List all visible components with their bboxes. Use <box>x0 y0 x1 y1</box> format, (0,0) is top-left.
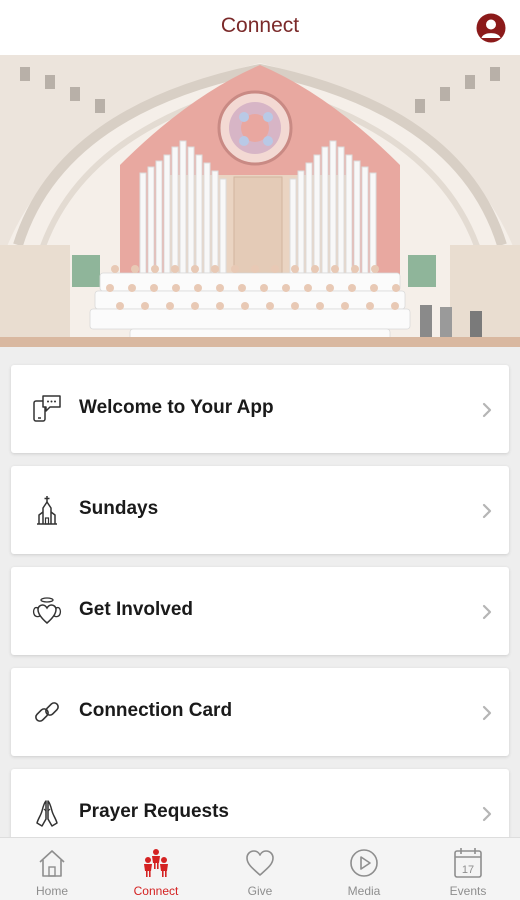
menu-item-label: Sundays <box>79 498 159 519</box>
top-nav-bar: Connect <box>0 0 520 55</box>
church-choir-photo <box>0 55 520 347</box>
connect-menu-list: Welcome to Your App Sundays Get Involved <box>0 347 520 837</box>
bottom-tab-bar: Home Connect Give Media 17 Events <box>0 837 520 900</box>
home-icon <box>39 850 65 877</box>
menu-item-label: Connection Card <box>79 700 233 721</box>
play-icon <box>350 849 378 877</box>
tab-give[interactable]: Give <box>208 838 312 900</box>
hero-image <box>0 55 520 347</box>
menu-item-label: Welcome to Your App <box>79 397 274 418</box>
chevron-right-icon <box>482 705 492 721</box>
menu-item-connection-card[interactable]: Connection Card <box>11 668 509 756</box>
chevron-right-icon <box>482 604 492 620</box>
people-icon <box>144 849 168 877</box>
menu-item-label: Prayer Requests <box>79 801 229 822</box>
calendar-day-text: 17 <box>462 864 474 876</box>
link-icon <box>35 702 59 722</box>
tab-label: Give <box>247 884 273 898</box>
menu-item-prayer-requests[interactable]: Prayer Requests <box>11 769 509 837</box>
tab-home[interactable]: Home <box>0 838 104 900</box>
tab-label: Home <box>35 884 68 898</box>
menu-item-label: Get Involved <box>79 599 194 620</box>
angel-heart-icon <box>32 597 62 624</box>
tab-media[interactable]: Media <box>312 838 416 900</box>
page-title: Connect <box>220 14 300 37</box>
menu-item-welcome[interactable]: Welcome to Your App <box>11 365 509 453</box>
tab-connect[interactable]: Connect <box>104 838 208 900</box>
user-profile-icon <box>476 13 506 43</box>
message-phone-icon <box>33 395 61 422</box>
tab-label: Media <box>347 884 381 898</box>
church-icon <box>37 496 57 525</box>
tab-label: Connect <box>133 884 179 898</box>
menu-item-get-involved[interactable]: Get Involved <box>11 567 509 655</box>
heart-icon <box>246 850 274 876</box>
menu-item-sundays[interactable]: Sundays <box>11 466 509 554</box>
tab-label: Events <box>449 884 487 898</box>
tab-events[interactable]: 17 Events <box>416 838 520 900</box>
chevron-right-icon <box>482 402 492 418</box>
chevron-right-icon <box>482 806 492 822</box>
praying-hands-icon <box>36 800 58 827</box>
calendar-icon: 17 <box>454 848 482 878</box>
chevron-right-icon <box>482 503 492 519</box>
profile-button[interactable] <box>476 13 506 43</box>
